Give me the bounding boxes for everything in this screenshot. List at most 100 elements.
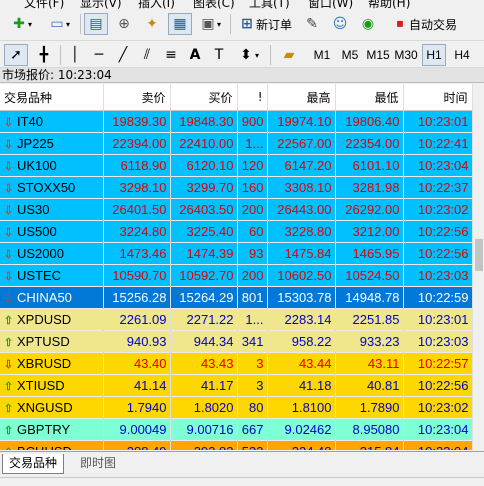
metaeditor-button[interactable]: ✎ [300,13,324,35]
scrollbar-thumb[interactable] [475,239,483,271]
time-cell: 10:23:03 [403,264,472,287]
market-watch-table: 交易品种 卖价 买价 ! 最高 最低 时间 ⇩ IT40 19839.30 19848… [0,84,472,450]
table-row[interactable]: ⇩ CHINA50 15256.28 15264.29 801 15303.78 14948… [0,286,472,309]
low-cell: 3212.00 [335,220,404,243]
ask-cell: 9.00716 [170,418,238,441]
market-watch-icon: ▤ [89,16,103,32]
timeframe-m1[interactable]: M1 [308,44,336,66]
strategy-tester-button[interactable]: ▣ ▾ [196,13,224,35]
terminal-button[interactable]: ▦ [168,13,192,35]
crosshair-icon: ⊕ [118,16,130,32]
table-row[interactable]: ⇧ XNGUSD 1.7940 1.8020 80 1.8100 1.7890 10:23:0… [0,396,472,419]
table-row[interactable]: ⇩ XBRUSD 43.40 43.43 3 43.44 43.11 10:22:57 [0,352,472,375]
column-bid[interactable]: 卖价 [103,84,171,111]
trendline-button[interactable]: ╱ [112,44,134,66]
signals-button[interactable]: ☺ [328,13,352,35]
bid-cell: 19839.30 [103,110,171,133]
table-row[interactable]: ⇧ XPTUSD 940.93 944.34 341 958.22 933.23 10:23:… [0,330,472,353]
menu-insert[interactable]: 插入(I) [138,0,175,10]
table-row[interactable]: ⇩ IT40 19839.30 19848.30 900 19974.10 19806.40… [0,110,472,133]
column-ask[interactable]: 买价 [170,84,238,111]
table-row[interactable]: ⇩ US30 26401.50 26403.50 200 26443.00 26292.00… [0,198,472,221]
menu-window[interactable]: 窗口(W) [308,0,353,10]
time-cell: 10:22:56 [403,374,472,397]
terminal-icon: ▦ [173,16,187,32]
data-window-button[interactable]: ⊕ [112,13,136,35]
spread-cell: 1... [237,308,268,331]
table-row[interactable]: ⇧ GBPTRY 9.00049 9.00716 667 9.02462 8.95080 10… [0,418,472,441]
arrows-button[interactable]: ⬍ ▾ [232,44,264,66]
timeframe-m15[interactable]: M15 [364,44,392,66]
fibonacci-icon: ≡ [165,47,177,63]
market-button[interactable]: ◉ [356,13,380,35]
toolbar-separator [60,45,61,65]
column-low[interactable]: 最低 [335,84,404,111]
new-chart-button[interactable]: ✚ ▾ [4,13,38,35]
arrow-up-icon: ⇧ [3,315,14,327]
timeframe-m5[interactable]: M5 [336,44,364,66]
fibonacci-button[interactable]: ≡ [160,44,182,66]
table-row[interactable]: ⇩ STOXX50 3298.10 3299.70 160 3308.10 3281.98 1… [0,176,472,199]
spread-cell: 60 [237,220,268,243]
high-cell: 224.48 [267,440,336,450]
symbol-cell: ⇧ XNGUSD [0,396,104,419]
column-high[interactable]: 最高 [267,84,336,111]
tab-symbols[interactable]: 交易品种 [2,454,65,474]
menu-tools[interactable]: 工具(T) [249,0,290,10]
profiles-icon: ▭ [50,16,64,32]
column-symbol[interactable]: 交易品种 [0,84,104,111]
horizontal-line-button[interactable]: ─ [88,44,110,66]
auto-trading-button[interactable]: ⏹ 自动交易 [384,13,464,35]
high-cell: 43.44 [267,352,336,375]
column-time[interactable]: 时间 [403,84,472,111]
channel-button[interactable]: ⫽ [136,44,158,66]
timeframe-h1[interactable]: H1 [422,44,446,66]
bid-cell: 1473.46 [103,242,171,265]
table-row[interactable]: ⇩ JP225 22394.00 22410.00 1... 22567.00 22354.… [0,132,472,155]
time-cell: 10:23:02 [403,198,472,221]
table-row[interactable]: ⇧BCHUSD288.49293.82533224.48215.8410:23:… [0,440,472,450]
menu-help[interactable]: 帮助(H) [368,0,410,10]
bid-cell: 1.7940 [103,396,171,419]
time-cell: 10:22:57 [403,352,472,375]
text-button[interactable]: A [184,44,206,66]
profiles-button[interactable]: ▭ ▾ [42,13,76,35]
vertical-line-button[interactable]: │ [64,44,86,66]
arrow-down-icon: ⇩ [3,139,14,151]
menu-view[interactable]: 显示(V) [80,0,122,10]
navigator-button[interactable]: ✦ [140,13,164,35]
timeframe-m30[interactable]: M30 [392,44,420,66]
timeframe-h4[interactable]: H4 [448,44,476,66]
bid-cell: 15256.28 [103,286,171,309]
menu-charts[interactable]: 图表(C) [193,0,235,10]
table-row[interactable]: ⇧ XPDUSD 2261.09 2271.22 1... 2283.14 2251.85 1… [0,308,472,331]
arrow-down-icon: ⇩ [3,249,14,261]
high-cell: 10602.50 [267,264,336,287]
cursor-tool-button[interactable]: ➚ [4,44,28,66]
table-row[interactable]: ⇩ UK100 6118.90 6120.10 120 6147.20 6101.10 10:… [0,154,472,177]
table-row[interactable]: ⇧ XTIUSD 41.14 41.17 3 41.18 40.81 10:22:56 [0,374,472,397]
template-button[interactable]: ▰ [276,44,302,66]
symbol-label: UK100 [17,158,57,173]
text-icon: A [189,47,201,63]
text-label-button[interactable]: T [208,44,230,66]
ask-cell: 2271.22 [170,308,238,331]
table-row[interactable]: ⇩ US500 3224.80 3225.40 60 3228.80 3212.00 10:2… [0,220,472,243]
market-watch-button[interactable]: ▤ [84,13,108,35]
high-cell: 958.22 [267,330,336,353]
crosshair-icon: ╋ [39,47,49,63]
crosshair-tool-button[interactable]: ╋ [32,44,56,66]
tab-tick-chart[interactable]: 即时图 [74,454,122,473]
symbol-label: XNGUSD [17,400,73,415]
bid-cell: 43.40 [103,352,171,375]
bid-cell: 6118.90 [103,154,171,177]
vertical-scrollbar[interactable] [472,84,484,450]
table-row[interactable]: ⇩ USTEC 10590.70 10592.70 200 10602.50 10524.5… [0,264,472,287]
table-row[interactable]: ⇩ US2000 1473.46 1474.39 93 1475.84 1465.95 10:… [0,242,472,265]
symbol-cell: ⇩ JP225 [0,132,104,155]
column-spread[interactable]: ! [237,84,268,111]
low-cell: 2251.85 [335,308,404,331]
strategy-tester-icon: ▣ [201,16,215,32]
new-order-button[interactable]: ⊞ 新订单 [234,13,296,35]
menu-file[interactable]: 文件(F) [24,0,64,10]
